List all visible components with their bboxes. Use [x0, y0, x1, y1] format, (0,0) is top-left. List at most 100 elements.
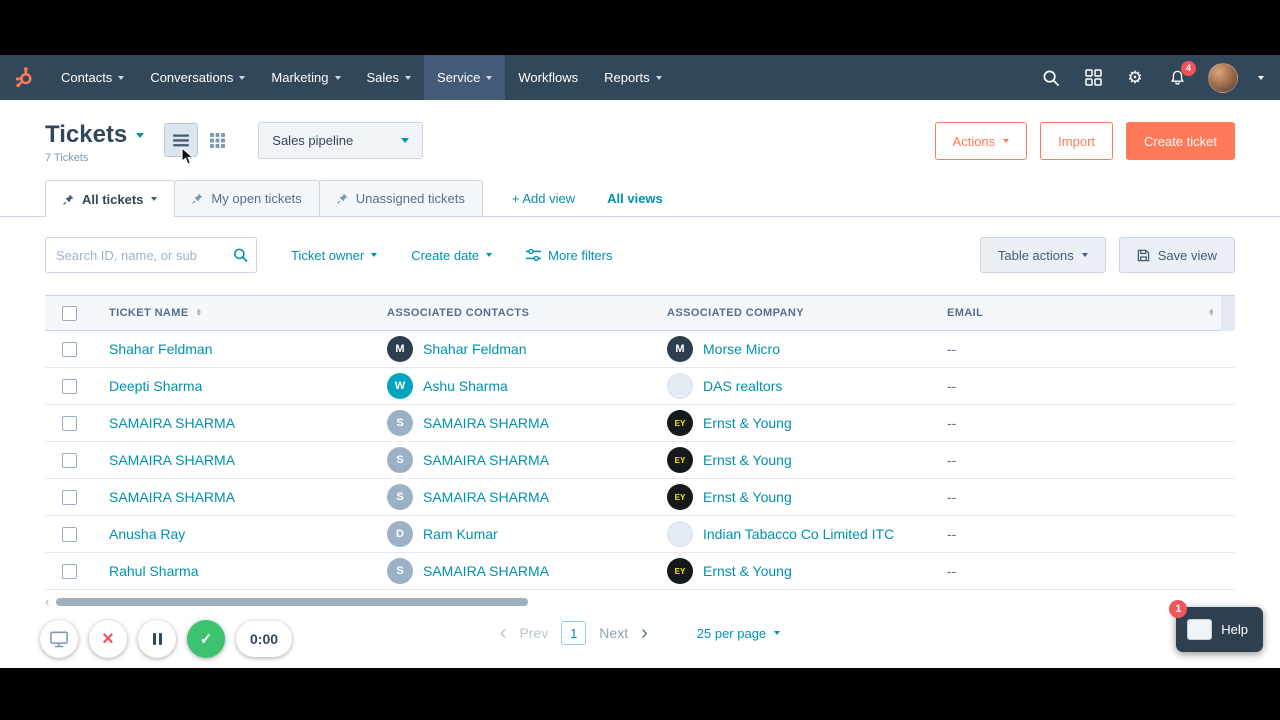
recorder-finish-button[interactable]: ✓ [187, 620, 225, 658]
row-checkbox[interactable] [61, 489, 77, 505]
title-chevron-down-icon[interactable] [136, 132, 145, 138]
nav-item-marketing[interactable]: Marketing [258, 55, 353, 100]
pipeline-select[interactable]: Sales pipeline [258, 122, 424, 159]
create-date-filter[interactable]: Create date [411, 248, 493, 263]
top-navigation: Contacts Conversations Marketing Sales S… [0, 55, 1280, 100]
company-link[interactable]: DAS realtors [703, 378, 782, 394]
contact-link[interactable]: SAMAIRA SHARMA [423, 452, 549, 468]
contact-link[interactable]: Ashu Sharma [423, 378, 508, 394]
recorder-camera-button[interactable] [40, 620, 78, 658]
column-header-associated-company[interactable]: ASSOCIATED COMPANY [651, 296, 931, 330]
contact-avatar: S [387, 410, 413, 437]
tab-unassigned-tickets[interactable]: Unassigned tickets [318, 180, 483, 217]
company-link[interactable]: Morse Micro [703, 341, 780, 357]
page-size-chevron-down-icon [774, 631, 781, 636]
scrollbar-thumb[interactable] [56, 597, 529, 606]
column-header-email[interactable]: EMAIL ▲ ▼ [931, 296, 1235, 330]
check-icon: ✓ [199, 630, 213, 648]
filter-right-actions: Table actions Save view [979, 237, 1235, 274]
add-view-link[interactable]: + Add view [512, 191, 575, 206]
row-checkbox[interactable] [61, 341, 77, 357]
contact-link[interactable]: SAMAIRA SHARMA [423, 415, 549, 431]
row-checkbox[interactable] [61, 563, 77, 579]
contact-link[interactable]: Shahar Feldman [423, 341, 527, 357]
column-header-associated-contacts[interactable]: ASSOCIATED CONTACTS [371, 296, 651, 330]
nav-item-workflows[interactable]: Workflows [505, 55, 591, 100]
contact-link[interactable]: SAMAIRA SHARMA [423, 489, 549, 505]
ticket-owner-filter[interactable]: Ticket owner [291, 247, 378, 263]
row-checkbox[interactable] [61, 526, 77, 542]
screen: Contacts Conversations Marketing Sales S… [0, 0, 1280, 720]
column-header-ticket-name[interactable]: TICKET NAME ▲ ▼ [93, 296, 371, 330]
scroll-left-icon[interactable]: ‹ [45, 595, 49, 608]
ticket-name-link[interactable]: SAMAIRA SHARMA [109, 452, 235, 468]
select-all-checkbox[interactable] [61, 305, 77, 321]
company-link[interactable]: Ernst & Young [703, 489, 792, 505]
recorder-cancel-button[interactable]: × [89, 620, 127, 658]
main-content: Tickets 7 Tickets Sales pipeline Actions… [0, 100, 1280, 668]
save-icon [1137, 249, 1150, 262]
row-checkbox[interactable] [61, 415, 77, 431]
ticket-name-link[interactable]: SAMAIRA SHARMA [109, 489, 235, 505]
nav-item-sales[interactable]: Sales [354, 55, 425, 100]
sort-icon[interactable]: ▲ ▼ [196, 308, 203, 319]
hubspot-logo-icon[interactable] [0, 55, 48, 100]
sort-icon[interactable]: ▲ ▼ [1208, 308, 1215, 319]
nav-item-service[interactable]: Service [424, 55, 506, 100]
table-actions-button[interactable]: Table actions [979, 237, 1106, 274]
help-widget[interactable]: 1 Help [1169, 600, 1263, 652]
prev-page-chevron-icon[interactable]: ‹ [500, 623, 507, 643]
pause-icon [152, 633, 162, 645]
company-link[interactable]: Ernst & Young [703, 452, 792, 468]
settings-gear-icon[interactable]: ⚙ [1124, 67, 1146, 89]
prev-page-button[interactable]: Prev [520, 625, 549, 641]
column-label: ASSOCIATED CONTACTS [387, 307, 530, 320]
ticket-name-link[interactable]: Anusha Ray [109, 526, 185, 542]
next-page-chevron-icon[interactable]: › [641, 623, 648, 643]
account-chevron-down-icon[interactable] [1258, 75, 1264, 80]
row-checkbox[interactable] [61, 378, 77, 394]
search-icon[interactable] [1040, 67, 1062, 89]
table-header-row: TICKET NAME ▲ ▼ ASSOCIATED CONTACTS ASSOC… [45, 295, 1235, 332]
more-filters-button[interactable]: More filters [526, 248, 612, 263]
ticket-owner-filter-label: Ticket owner [291, 247, 365, 263]
tab-my-open-tickets[interactable]: My open tickets [174, 180, 320, 217]
contact-link[interactable]: SAMAIRA SHARMA [423, 563, 549, 579]
ticket-name-link[interactable]: SAMAIRA SHARMA [109, 415, 235, 431]
contact-avatar: S [387, 484, 413, 511]
current-page-button[interactable]: 1 [561, 621, 587, 646]
company-link[interactable]: Ernst & Young [703, 415, 792, 431]
ticket-name-link[interactable]: Shahar Feldman [109, 341, 213, 357]
next-page-button[interactable]: Next [599, 625, 628, 641]
table-actions-chevron-down-icon [1081, 253, 1088, 258]
all-views-link[interactable]: All views [607, 191, 663, 206]
notifications-bell-icon[interactable]: 4 [1166, 60, 1196, 89]
marketplace-icon[interactable] [1082, 67, 1104, 89]
view-toggle [164, 123, 234, 157]
ticket-count: 7 Tickets [45, 152, 89, 165]
table-row: SAMAIRA SHARMA S SAMAIRA SHARMA EY Ernst… [45, 442, 1235, 480]
create-ticket-button[interactable]: Create ticket [1126, 122, 1235, 160]
nav-item-conversations[interactable]: Conversations [137, 55, 258, 100]
row-checkbox[interactable] [61, 452, 77, 468]
page-size-label: 25 per page [696, 625, 767, 641]
table-search-icon[interactable] [233, 248, 248, 263]
save-view-button[interactable]: Save view [1118, 237, 1235, 274]
company-link[interactable]: Ernst & Young [703, 563, 792, 579]
actions-button[interactable]: Actions [934, 122, 1028, 160]
list-view-button[interactable] [164, 123, 199, 157]
import-button[interactable]: Import [1040, 122, 1114, 160]
page-size-select[interactable]: 25 per page [696, 625, 781, 641]
recorder-pause-button[interactable] [138, 620, 176, 658]
email-value: -- [947, 415, 957, 432]
nav-item-contacts[interactable]: Contacts [48, 55, 137, 100]
contact-link[interactable]: Ram Kumar [423, 526, 498, 542]
user-avatar[interactable] [1208, 62, 1238, 93]
company-link[interactable]: Indian Tabacco Co Limited ITC [703, 526, 894, 542]
search-input[interactable] [45, 237, 257, 274]
tab-all-tickets[interactable]: All tickets [45, 180, 176, 218]
ticket-name-link[interactable]: Rahul Sharma [109, 563, 199, 579]
board-view-button[interactable] [200, 123, 234, 157]
nav-item-reports[interactable]: Reports [591, 55, 675, 100]
ticket-name-link[interactable]: Deepti Sharma [109, 378, 202, 394]
